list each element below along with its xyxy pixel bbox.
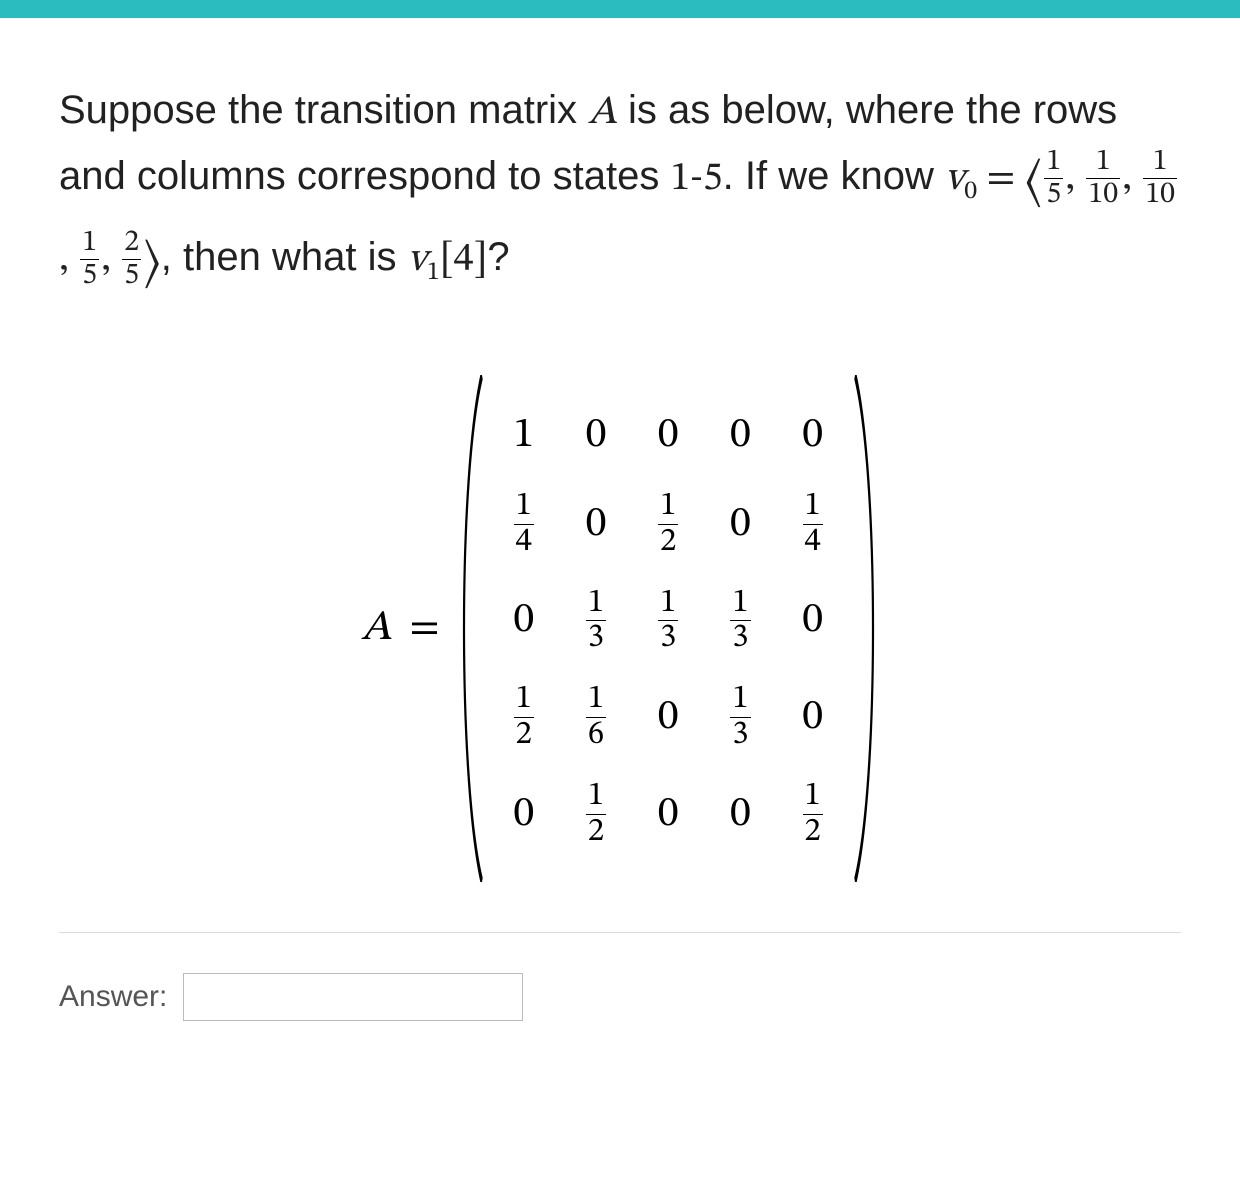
vector-close-bracket: ⟩: [143, 239, 161, 291]
answer-label: Answer:: [59, 980, 167, 1014]
v1-index: [4]: [440, 240, 488, 280]
answer-input[interactable]: [183, 973, 523, 1021]
matrix-cell: 14: [488, 476, 560, 573]
matrix-display: A = 100001401201401313130121601300120012: [59, 375, 1181, 882]
states-range: 1-5: [670, 159, 722, 199]
question-mark: ?: [487, 235, 509, 279]
matrix-cell: 0: [777, 395, 849, 476]
matrix-cell: 0: [488, 766, 560, 863]
matrix-cell: 12: [488, 669, 560, 766]
v0-symbol: v: [945, 159, 964, 199]
matrix-cell: 0: [632, 766, 704, 863]
question-pretext: Suppose the transition matrix: [59, 88, 588, 132]
table-row: 0120012: [488, 766, 849, 863]
matrix-equals: =: [409, 602, 439, 655]
matrix-body: 100001401201401313130121601300120012: [458, 375, 879, 882]
question-post-vector: , then what is: [161, 235, 408, 279]
v1-symbol: v: [408, 240, 427, 280]
matrix-cell: 12: [777, 766, 849, 863]
equals-sign: =: [977, 159, 1025, 199]
matrix-lhs: A: [361, 602, 391, 655]
matrix-cell: 13: [704, 573, 776, 670]
vector-fraction: 15: [80, 228, 99, 291]
matrix-symbol: A: [588, 93, 617, 133]
matrix-cell: 0: [777, 573, 849, 670]
matrix-cell: 0: [632, 669, 704, 766]
matrix-cell: 0: [704, 766, 776, 863]
v0-subscript: 0: [964, 179, 977, 205]
question-text: Suppose the transition matrix A is as be…: [59, 79, 1181, 305]
table-row: 12160130: [488, 669, 849, 766]
matrix-cell: 14: [777, 476, 849, 573]
table-row: 14012014: [488, 476, 849, 573]
vector-fraction: 110: [1143, 147, 1177, 210]
matrix-cell: 13: [560, 573, 632, 670]
paren-left-icon: [452, 375, 486, 882]
matrix-cell: 12: [632, 476, 704, 573]
question-mid-2: . If we know: [723, 154, 945, 198]
matrix-cell: 0: [704, 395, 776, 476]
vector-fraction: 110: [1086, 147, 1120, 210]
question-card: Suppose the transition matrix A is as be…: [10, 28, 1230, 1070]
table-row: 10000: [488, 395, 849, 476]
v1-subscript: 1: [427, 260, 440, 286]
matrix-cell: 16: [560, 669, 632, 766]
matrix-cell: 0: [777, 669, 849, 766]
vector-fraction: 25: [122, 228, 141, 291]
matrix-cell: 0: [560, 476, 632, 573]
matrix-cell: 0: [632, 395, 704, 476]
matrix-cell: 0: [488, 573, 560, 670]
matrix-cell: 13: [632, 573, 704, 670]
matrix-cell: 0: [704, 476, 776, 573]
matrix-cell: 12: [560, 766, 632, 863]
vector-open-bracket: ⟨: [1025, 158, 1043, 210]
matrix-cell: 1: [488, 395, 560, 476]
answer-row: Answer:: [59, 932, 1181, 1021]
matrix-table: 100001401201401313130121601300120012: [488, 395, 849, 862]
matrix-cell: 13: [704, 669, 776, 766]
matrix-cell: 0: [560, 395, 632, 476]
table-row: 01313130: [488, 573, 849, 670]
vector-fraction: 15: [1044, 147, 1063, 210]
paren-right-icon: [851, 375, 885, 882]
top-accent-bar: [0, 0, 1240, 18]
